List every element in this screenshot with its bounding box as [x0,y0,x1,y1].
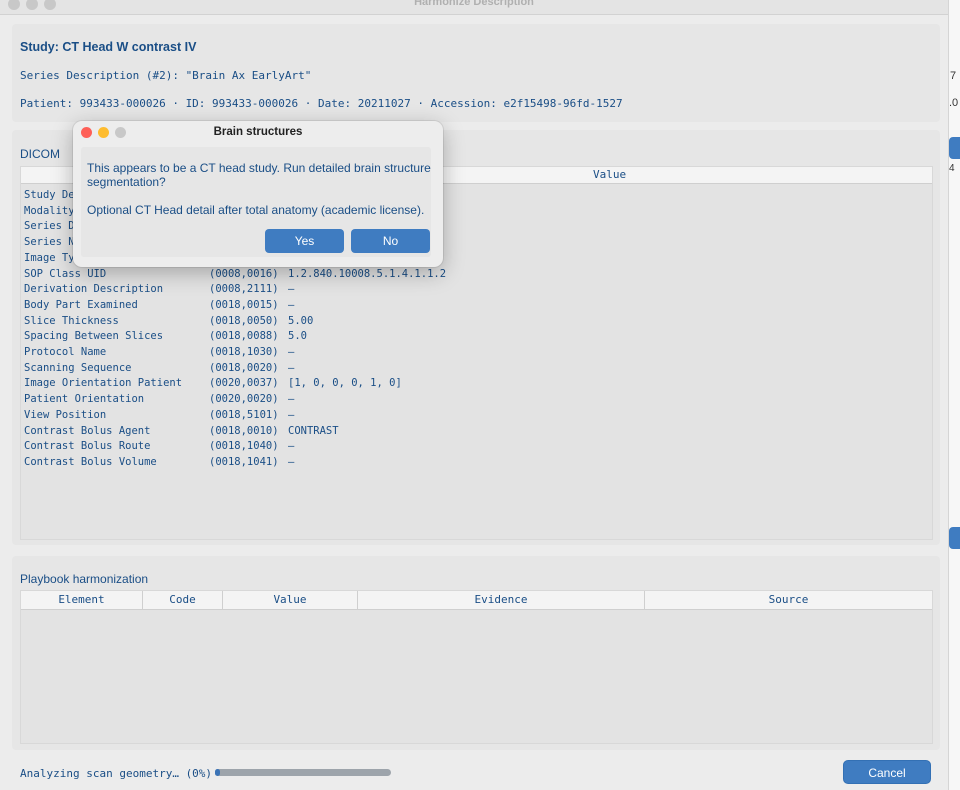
dialog-body: This appears to be a CT head study. Run … [81,147,431,257]
dialog-title: Brain structures [213,126,303,138]
column-header-value[interactable]: Value [593,168,626,181]
dicom-tag-cell: (0018,1030) [209,346,279,358]
dicom-value-cell: — [288,283,295,296]
dialog-message: This appears to be a CT head study. Run … [87,161,431,189]
dicom-label: DICOM [20,147,60,161]
dialog-detail: Optional CT Head detail after total anat… [87,203,425,217]
dicom-name-cell: Scanning Sequence [24,361,132,374]
dicom-tag-cell: (0018,1040) [209,440,279,453]
dicom-value-cell: 5.0 [288,330,307,343]
progress-bar-fill [215,769,221,776]
dicom-value-cell: — [288,393,295,406]
dicom-name-cell: View Position [24,408,107,421]
dicom-tag-cell: (0018,0015) [209,298,279,311]
dicom-name-cell: Study De [24,189,75,201]
dicom-value-cell: CONTRAST [288,424,339,437]
dicom-tag-cell: (0020,0037) [209,377,279,390]
dicom-tag-cell: (0020,0020) [209,393,279,406]
patient-info: Patient: 993433-000026 · ID: 993433-0000… [20,97,623,110]
dicom-name-cell: Series N [24,236,75,249]
study-title: Study: CT Head W contrast IV [20,40,197,54]
dicom-tag-cell: (0018,0010) [209,424,279,437]
dicom-name-cell: Contrast Bolus Volume [24,455,157,468]
dicom-name-cell: Series D [24,220,75,233]
playbook-table-header: Element Code Value Evidence Source [21,591,932,610]
dicom-value-cell: 1.2.840.10008.5.1.4.1.1.2 [288,267,447,280]
dicom-name-cell: Derivation Description [24,283,164,296]
background-window-edge: 7 .0 4 [948,0,960,790]
dicom-name-cell: Contrast Bolus Route [24,440,151,453]
window-titlebar: Harmonize Description [0,0,948,15]
column-header-value[interactable]: Value [223,591,358,609]
dicom-tag-cell: (0018,0088) [209,330,279,343]
dicom-tag-cell: (0018,0050) [209,314,279,327]
dicom-tag-cell: (0008,0016) [209,267,279,280]
column-header-source[interactable]: Source [645,591,932,609]
background-button [949,527,960,549]
dicom-name-cell: Modality [24,204,75,217]
brain-structures-dialog: Brain structures This appears to be a CT… [73,121,443,267]
dicom-tag-cell: (0008,2111) [209,283,279,296]
column-header-evidence[interactable]: Evidence [358,591,645,609]
playbook-table[interactable]: Element Code Value Evidence Source [20,590,933,744]
playbook-label: Playbook harmonization [20,572,149,586]
dicom-name-cell: Spacing Between Slices [24,330,164,343]
dicom-value-cell: — [288,440,295,453]
dicom-value-cell: — [288,298,295,311]
background-text: 7 [950,70,957,82]
dicom-value-cell: [1, 0, 0, 0, 1, 0] [288,377,402,390]
window-title: Harmonize Description [414,0,534,8]
dicom-name-cell: Image Ty [24,251,75,264]
column-header-code[interactable]: Code [143,591,223,609]
status-text: Analyzing scan geometry… (0%) [20,767,213,780]
dicom-value-cell: — [288,408,295,421]
dicom-name-cell: Image Orientation Patient [24,377,183,390]
dicom-tag-cell: (0018,5101) [209,408,279,421]
dicom-name-cell: Protocol Name [24,346,107,358]
no-button[interactable]: No [351,229,430,253]
yes-button[interactable]: Yes [265,229,344,253]
column-header-element[interactable]: Element [21,591,143,609]
dicom-tag-cell: (0018,1041) [209,455,279,468]
dicom-name-cell: Patient Orientation [24,393,145,406]
cancel-button[interactable]: Cancel [843,760,931,784]
dicom-value-cell: — [288,455,295,468]
dicom-value-cell: — [288,361,295,374]
dialog-titlebar: Brain structures [73,121,443,143]
background-text: 4 [949,163,955,174]
dicom-name-cell: Contrast Bolus Agent [24,424,151,437]
dicom-value-cell: — [288,346,295,358]
dicom-name-cell: Slice Thickness [24,314,119,327]
background-text: .0 [949,97,959,109]
dicom-tag-cell: (0018,0020) [209,361,279,374]
playbook-panel: Playbook harmonization Element Code Valu… [12,556,940,750]
progress-bar [215,769,391,776]
dicom-name-cell: Body Part Examined [24,298,138,311]
study-header-panel: Study: CT Head W contrast IV Series Desc… [12,24,940,122]
series-description: Series Description (#2): "Brain Ax Early… [20,69,312,82]
background-button [949,137,960,159]
dicom-name-cell: SOP Class UID [24,267,107,280]
dicom-value-cell: 5.00 [288,314,314,327]
